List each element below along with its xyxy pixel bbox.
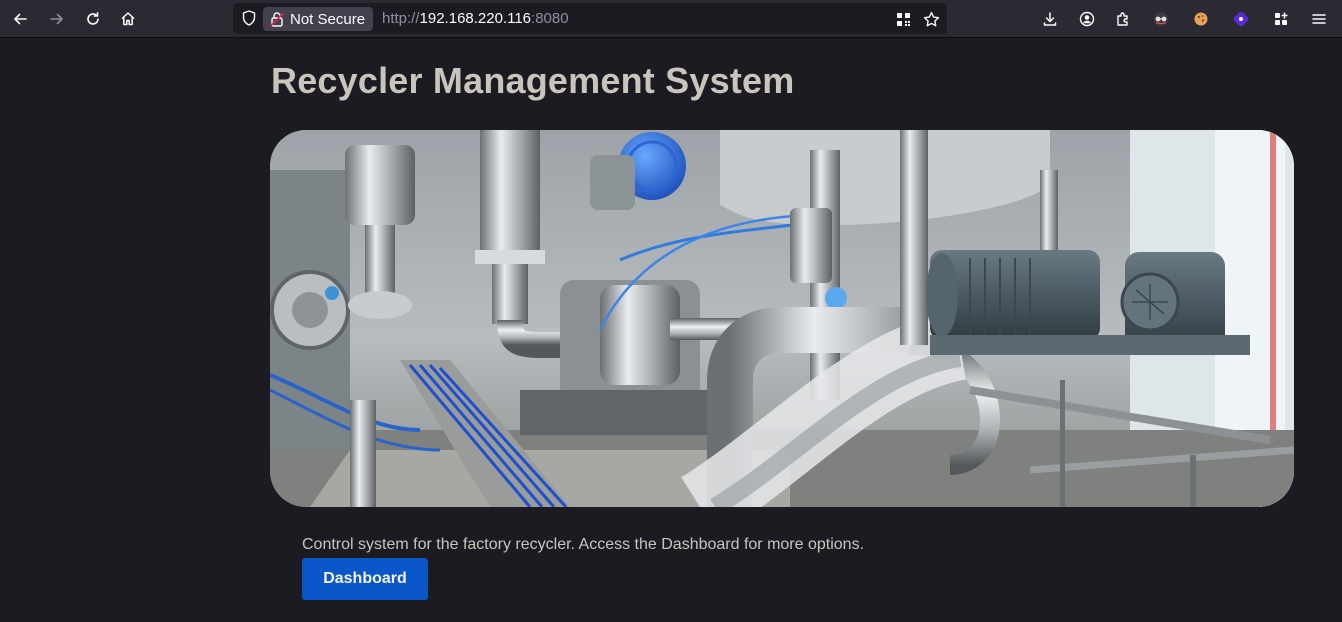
page-content: Recycler Management System Control syste… [0,39,1342,622]
url-bar[interactable]: Not Secure http://192.168.220.116:8080 [233,3,947,34]
url-text[interactable]: http://192.168.220.116:8080 [382,10,569,27]
more-tools-button[interactable] [1267,5,1295,33]
dashboard-button[interactable]: Dashboard [302,558,428,600]
url-host: 192.168.220.116 [419,10,532,27]
purple-extension-icon [1233,11,1249,27]
back-button[interactable] [6,5,34,33]
page-description: Control system for the factory recycler.… [302,536,865,553]
forward-button[interactable] [43,5,71,33]
puzzle-icon [1117,12,1128,26]
download-icon [1043,12,1057,26]
browser-toolbar: Not Secure http://192.168.220.116:8080 [0,0,1342,38]
downloads-button[interactable] [1036,5,1064,33]
insecure-lock-icon [270,12,284,27]
qr-code-icon [896,12,910,26]
not-secure-badge[interactable]: Not Secure [263,7,374,31]
hero-image [270,130,1294,507]
arrow-left-icon [14,13,27,25]
page-title: Recycler Management System [271,60,795,101]
tracking-shield-icon[interactable] [240,9,258,27]
account-button[interactable] [1073,5,1101,33]
star-icon [923,11,939,26]
extensions-button[interactable] [1109,5,1137,33]
url-scheme: http:// [382,10,420,27]
extension-spy-button[interactable] [1147,5,1175,33]
home-button[interactable] [114,5,142,33]
url-port: :8080 [531,10,569,27]
account-icon [1079,11,1095,27]
qr-code-button[interactable] [893,9,913,29]
factory-machinery-illustration [270,130,1294,507]
extension-purple-button[interactable] [1227,5,1255,33]
app-menu-button[interactable] [1305,5,1333,33]
cookie-icon [1194,12,1208,26]
security-label: Not Secure [290,10,366,28]
bookmark-star-button[interactable] [921,9,941,29]
arrow-right-icon [50,13,63,25]
reload-button[interactable] [79,5,107,33]
home-icon [121,12,135,26]
grid-plus-icon [1275,12,1288,25]
reload-icon [87,12,99,25]
spy-glasses-icon [1154,12,1168,26]
hamburger-menu-icon [1312,14,1326,24]
extension-cookie-button[interactable] [1187,5,1215,33]
